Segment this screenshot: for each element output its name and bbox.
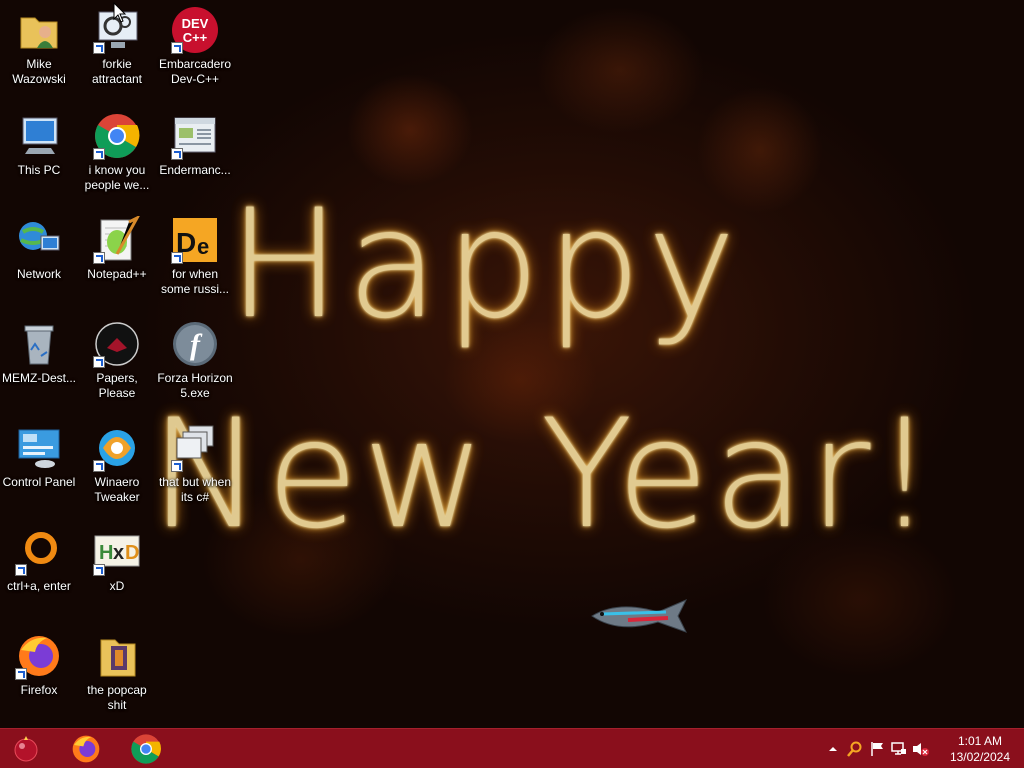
ring-app-icon bbox=[15, 528, 63, 576]
svg-text:H: H bbox=[99, 542, 113, 564]
desktop-icon-popcap-folder[interactable]: the popcap shit bbox=[78, 632, 156, 713]
desktop-icon-dev-cpp[interactable]: DEV C++ Embarcadero Dev-C++ bbox=[156, 6, 234, 87]
shortcut-arrow-icon bbox=[171, 148, 183, 160]
icon-label: Winaero Tweaker bbox=[94, 475, 140, 504]
icon-label: the popcap shit bbox=[87, 683, 147, 712]
desktop-icon-notepadpp[interactable]: Notepad++ bbox=[78, 214, 156, 282]
svg-text:DEV: DEV bbox=[182, 16, 209, 31]
notepadpp-icon bbox=[93, 214, 141, 264]
icon-label: that but when its c# bbox=[158, 475, 232, 504]
network-tray-icon[interactable] bbox=[890, 740, 908, 758]
svg-text:e: e bbox=[197, 234, 209, 259]
shortcut-arrow-icon bbox=[93, 148, 105, 160]
shortcut-arrow-icon bbox=[93, 252, 105, 264]
start-orb-icon bbox=[14, 736, 38, 762]
firefox-icon bbox=[72, 735, 100, 763]
svg-text:D: D bbox=[125, 542, 139, 564]
computer-icon bbox=[15, 112, 63, 160]
recycle-bin-icon bbox=[15, 320, 63, 368]
taskbar-firefox[interactable] bbox=[64, 731, 108, 767]
clock-date: 13/02/2024 bbox=[949, 750, 1010, 764]
flag-icon[interactable] bbox=[868, 740, 886, 758]
volume-muted-icon[interactable] bbox=[912, 740, 930, 758]
icon-label: xD bbox=[109, 579, 125, 593]
icon-label: MEMZ-Dest... bbox=[2, 371, 76, 385]
flash-icon: f bbox=[171, 320, 219, 368]
chrome-icon bbox=[131, 734, 161, 764]
chrome-icon bbox=[93, 112, 141, 160]
papers-please-icon bbox=[93, 320, 141, 368]
devcpp-icon: DEV C++ bbox=[171, 6, 219, 54]
icon-label: This PC bbox=[17, 163, 61, 177]
icon-label: forkie attractant bbox=[91, 57, 143, 86]
shortcut-arrow-icon bbox=[171, 252, 183, 264]
desktop-icon-endermanch[interactable]: Endermanc... bbox=[156, 112, 234, 178]
icon-label: Firefox bbox=[20, 683, 58, 697]
control-panel-icon bbox=[15, 424, 63, 472]
desktop-icon-chrome-shortcut[interactable]: i know you people we... bbox=[78, 112, 156, 193]
desktop-icon-memz[interactable]: MEMZ-Dest... bbox=[0, 320, 78, 386]
shortcut-arrow-icon bbox=[171, 460, 183, 472]
window-app-icon bbox=[171, 112, 219, 160]
search-tray-icon[interactable] bbox=[846, 740, 864, 758]
shortcut-arrow-icon bbox=[171, 42, 183, 54]
desktop-icon-mike-wazowski[interactable]: Mike Wazowski bbox=[0, 6, 78, 87]
desktop-icon-network[interactable]: Network bbox=[0, 216, 78, 282]
taskbar-clock[interactable]: 1:01 AM 13/02/2024 bbox=[950, 733, 1010, 765]
hxd-icon: H x D bbox=[93, 528, 141, 576]
icon-label: Control Panel bbox=[2, 475, 76, 489]
greeting-new-year: New Year! bbox=[150, 388, 939, 562]
folder-user-icon bbox=[15, 6, 63, 54]
desktop-icon-papers-please[interactable]: Papers, Please bbox=[78, 320, 156, 401]
windows-stack-icon bbox=[171, 424, 219, 472]
network-icon bbox=[15, 216, 63, 264]
svg-text:C++: C++ bbox=[183, 30, 208, 45]
taskbar-chrome[interactable] bbox=[124, 731, 168, 767]
shortcut-arrow-icon bbox=[93, 564, 105, 576]
desktop-icon-xd[interactable]: H x D xD bbox=[78, 528, 156, 594]
clock-time: 1:01 AM bbox=[957, 734, 1002, 748]
mouse-cursor-icon bbox=[113, 2, 127, 23]
shortcut-arrow-icon bbox=[93, 356, 105, 368]
icon-label: Forza Horizon 5.exe bbox=[157, 371, 233, 400]
desktop-background[interactable]: Happy New Year! Mike Wazowski This PC Ne… bbox=[0, 0, 1024, 728]
shortcut-arrow-icon bbox=[15, 564, 27, 576]
firefox-icon bbox=[15, 632, 63, 680]
desktop-icon-ctrl-a-enter[interactable]: ctrl+a, enter bbox=[0, 528, 78, 594]
icon-label: ctrl+a, enter bbox=[7, 579, 71, 593]
start-button[interactable] bbox=[4, 731, 48, 767]
system-tray bbox=[822, 729, 932, 769]
chevron-up-icon[interactable] bbox=[824, 740, 842, 758]
desktop-icon-forza[interactable]: f Forza Horizon 5.exe bbox=[156, 320, 234, 401]
fish-icon bbox=[591, 599, 688, 633]
shortcut-arrow-icon bbox=[15, 668, 27, 680]
desktop-icon-de-app[interactable]: D e for when some russi... bbox=[156, 216, 234, 297]
taskbar: 1:01 AM 13/02/2024 bbox=[0, 728, 1024, 768]
de-app-icon: D e bbox=[171, 216, 219, 264]
icon-label: Mike Wazowski bbox=[12, 57, 66, 86]
desktop-icon-firefox[interactable]: Firefox bbox=[0, 632, 78, 698]
icon-label: Embarcadero Dev-C++ bbox=[158, 57, 232, 86]
desktop-icon-that-but-csharp[interactable]: that but when its c# bbox=[156, 424, 234, 505]
desktop-icon-winaero-tweaker[interactable]: Winaero Tweaker bbox=[78, 424, 156, 505]
icon-label: Endermanc... bbox=[159, 163, 231, 177]
shortcut-arrow-icon bbox=[93, 42, 105, 54]
desktop-icon-control-panel[interactable]: Control Panel bbox=[0, 424, 78, 490]
winaero-icon bbox=[93, 424, 141, 472]
icon-label: i know you people we... bbox=[84, 163, 150, 192]
desktop-icon-this-pc[interactable]: This PC bbox=[0, 112, 78, 178]
icon-label: Notepad++ bbox=[87, 267, 147, 281]
icon-label: for when some russi... bbox=[160, 267, 229, 296]
greeting-happy: Happy bbox=[228, 178, 742, 352]
icon-label: Papers, Please bbox=[96, 371, 138, 400]
shortcut-arrow-icon bbox=[93, 460, 105, 472]
svg-text:x: x bbox=[113, 542, 124, 564]
folder-icon bbox=[93, 632, 141, 680]
icon-label: Network bbox=[16, 267, 61, 281]
